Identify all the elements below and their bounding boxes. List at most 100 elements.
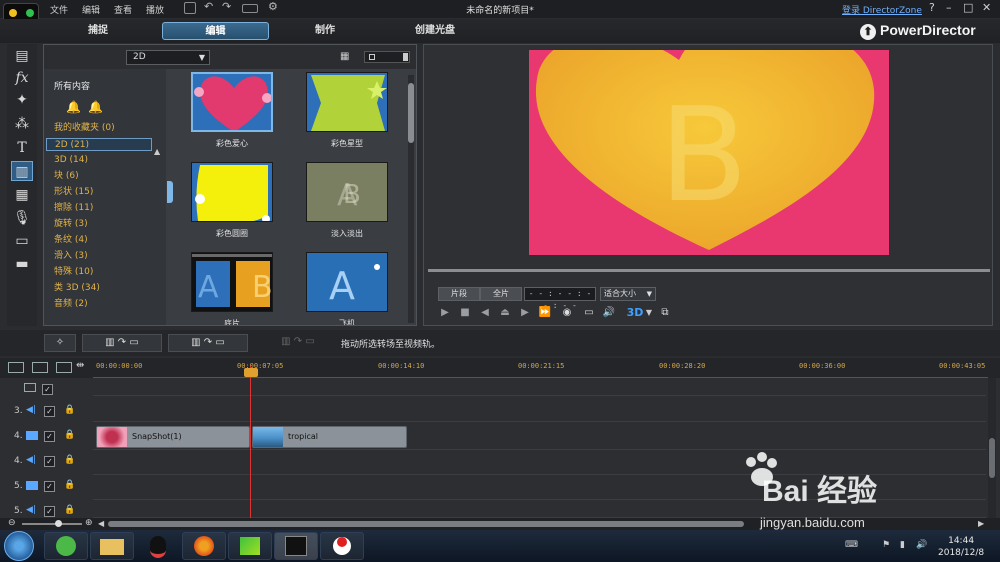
login-directorzone-link[interactable]: 登录 DirectorZone [842, 3, 922, 16]
previous-frame-icon[interactable]: ◀ [478, 306, 492, 320]
undo-icon[interactable]: ↶ [204, 1, 216, 14]
transition-thumb-fade[interactable]: A B [306, 162, 388, 222]
settings-icon[interactable]: ⚙ [268, 1, 280, 14]
track-enable-checkbox[interactable]: ✓ [44, 481, 55, 492]
help-button[interactable]: ? [929, 1, 935, 14]
upgrade-icon[interactable]: ⬆ [860, 24, 876, 40]
slider-knob[interactable] [403, 53, 408, 61]
keyboard-icon[interactable]: ⌨ [845, 540, 858, 550]
transition-room-icon[interactable]: ▥ [11, 161, 33, 181]
track-enable-checkbox[interactable]: ✓ [44, 431, 55, 442]
fx-room-icon[interactable]: fx [11, 68, 33, 88]
volume-icon[interactable]: 🔊 [602, 306, 616, 320]
lock-icon[interactable]: 🔒 [64, 430, 75, 440]
magic-wand-icon[interactable]: ✧ [44, 334, 76, 352]
movie-mode-button[interactable]: 全片 [480, 287, 522, 301]
category-special[interactable]: 特殊 (10) [46, 266, 152, 279]
remove-tag-icon[interactable]: 🔔 [88, 100, 103, 114]
close-button[interactable]: ✕ [982, 1, 991, 14]
taskbar-powerdirector-icon[interactable] [274, 532, 318, 560]
next-frame-icon[interactable]: ▶ [518, 306, 532, 320]
volume-icon[interactable]: 🔊 [916, 540, 927, 550]
menu-play[interactable]: 播放 [146, 3, 164, 16]
thumbnail-size-slider[interactable] [364, 51, 410, 63]
stop-icon[interactable]: ■ [458, 306, 472, 320]
subtitle-room-icon[interactable]: ▬ [11, 254, 33, 274]
scroll-up-icon[interactable]: ▲ [154, 147, 160, 156]
playhead-handle[interactable] [244, 368, 258, 377]
apply-prefix-transition-button[interactable]: ▥ ↷ ▭ [82, 334, 162, 352]
zoom-slider[interactable] [22, 523, 82, 525]
tab-edit[interactable]: 编辑 [162, 22, 269, 40]
category-stripe[interactable]: 条纹 (4) [46, 234, 152, 247]
menu-view[interactable]: 查看 [114, 3, 132, 16]
aspect-ratio-icon[interactable] [242, 4, 258, 13]
track-enable-checkbox[interactable]: ✓ [44, 456, 55, 467]
category-2d[interactable]: 2D (21) [46, 138, 152, 151]
lock-icon[interactable]: 🔒 [64, 505, 75, 515]
track-audio-3[interactable] [93, 398, 986, 422]
track-enable-checkbox[interactable]: ✓ [44, 406, 55, 417]
lock-icon[interactable]: 🔒 [64, 480, 75, 490]
fast-forward-icon[interactable]: ⏩ [538, 306, 552, 320]
audio-mixing-icon[interactable]: ▦ [11, 185, 33, 205]
lock-icon[interactable]: 🔒 [64, 405, 75, 415]
maximize-button[interactable]: □ [963, 1, 973, 14]
grid-view-icon[interactable]: ▦ [340, 51, 352, 63]
minimize-button[interactable]: – [946, 1, 952, 14]
track-video-4[interactable]: SnapShot(1) tropical [93, 424, 986, 450]
display-icon[interactable]: ▭ [582, 306, 596, 320]
menu-file[interactable]: 文件 [50, 3, 68, 16]
play-icon[interactable]: ▶ [438, 306, 452, 320]
timeline-view-icon[interactable] [8, 362, 24, 373]
transition-thumb-film[interactable]: A B [191, 252, 273, 312]
apply-postfix-transition-button[interactable]: ▥ ↷ ▭ [168, 334, 248, 352]
snapshot-icon[interactable]: ◉ [560, 306, 574, 320]
fit-size-select[interactable]: 适合大小 ▼ [600, 287, 656, 301]
lock-icon[interactable]: 🔒 [64, 455, 75, 465]
timeline-ruler[interactable]: 00:00:00:00 00:00:07:05 00:00:14:10 00:0… [93, 358, 988, 378]
split-icon[interactable]: ⏏ [498, 306, 512, 320]
taskbar-explorer-icon[interactable] [90, 532, 134, 560]
category-3d[interactable]: 3D (14) [46, 154, 152, 167]
fit-timeline-icon[interactable]: ⇹ [76, 360, 84, 371]
category-block[interactable]: 块 (6) [46, 170, 152, 183]
tab-create-disc[interactable]: 创建光盘 [395, 22, 475, 40]
undock-icon[interactable]: ⧉ [658, 306, 672, 320]
start-button[interactable] [4, 531, 34, 561]
category-shape[interactable]: 形状 (15) [46, 186, 152, 199]
system-clock[interactable]: 14:44 2018/12/8 [938, 535, 984, 559]
library-scroll-thumb[interactable] [408, 83, 414, 143]
save-icon[interactable] [184, 2, 196, 14]
zoom-out-icon[interactable]: ⊖ [8, 518, 16, 528]
timecode-display[interactable]: - - : - - : - - : - - [524, 287, 596, 310]
zoom-slider-knob[interactable] [55, 520, 62, 527]
timeline-vertical-scrollbar[interactable] [988, 378, 996, 520]
scroll-right-icon[interactable]: ▶ [978, 519, 984, 528]
timeline-hscroll-thumb[interactable] [108, 521, 744, 527]
zoom-in-icon[interactable]: ⊕ [85, 518, 93, 528]
category-audio[interactable]: 音频 (2) [46, 298, 152, 311]
particle-room-icon[interactable]: ⁂ [11, 114, 33, 134]
storyboard-view-icon[interactable] [32, 362, 48, 373]
chapter-room-icon[interactable]: ▭ [11, 231, 33, 251]
flag-icon[interactable]: ⚑ [882, 540, 890, 550]
transition-thumb-heart[interactable] [191, 72, 273, 132]
apply-to-all-button[interactable]: ▥ ↷ ▭ [268, 334, 328, 352]
clip-snapshot[interactable]: SnapShot(1) [96, 426, 250, 448]
add-tag-icon[interactable]: 🔔 [66, 100, 81, 114]
taskbar-video-editor-icon[interactable] [228, 532, 272, 560]
clip-mode-button[interactable]: 片段 [438, 287, 480, 301]
category-scrollbar[interactable]: ▲ [154, 147, 162, 345]
transition-type-select[interactable]: 2D ▼ [126, 50, 210, 65]
category-favorites[interactable]: 我的收藏夹 (0) [46, 122, 152, 135]
timeline-vscroll-thumb[interactable] [989, 438, 995, 478]
pip-room-icon[interactable]: ✦ [11, 90, 33, 110]
title-room-icon[interactable]: T [11, 138, 33, 158]
library-scrollbar[interactable] [408, 75, 414, 323]
track-master[interactable] [93, 376, 986, 396]
chevron-down-icon[interactable]: ▼ [642, 306, 656, 320]
tab-capture[interactable]: 捕捉 [58, 22, 138, 40]
category-3d-like[interactable]: 类 3D (34) [46, 282, 152, 295]
scroll-left-icon[interactable]: ◀ [98, 519, 104, 528]
